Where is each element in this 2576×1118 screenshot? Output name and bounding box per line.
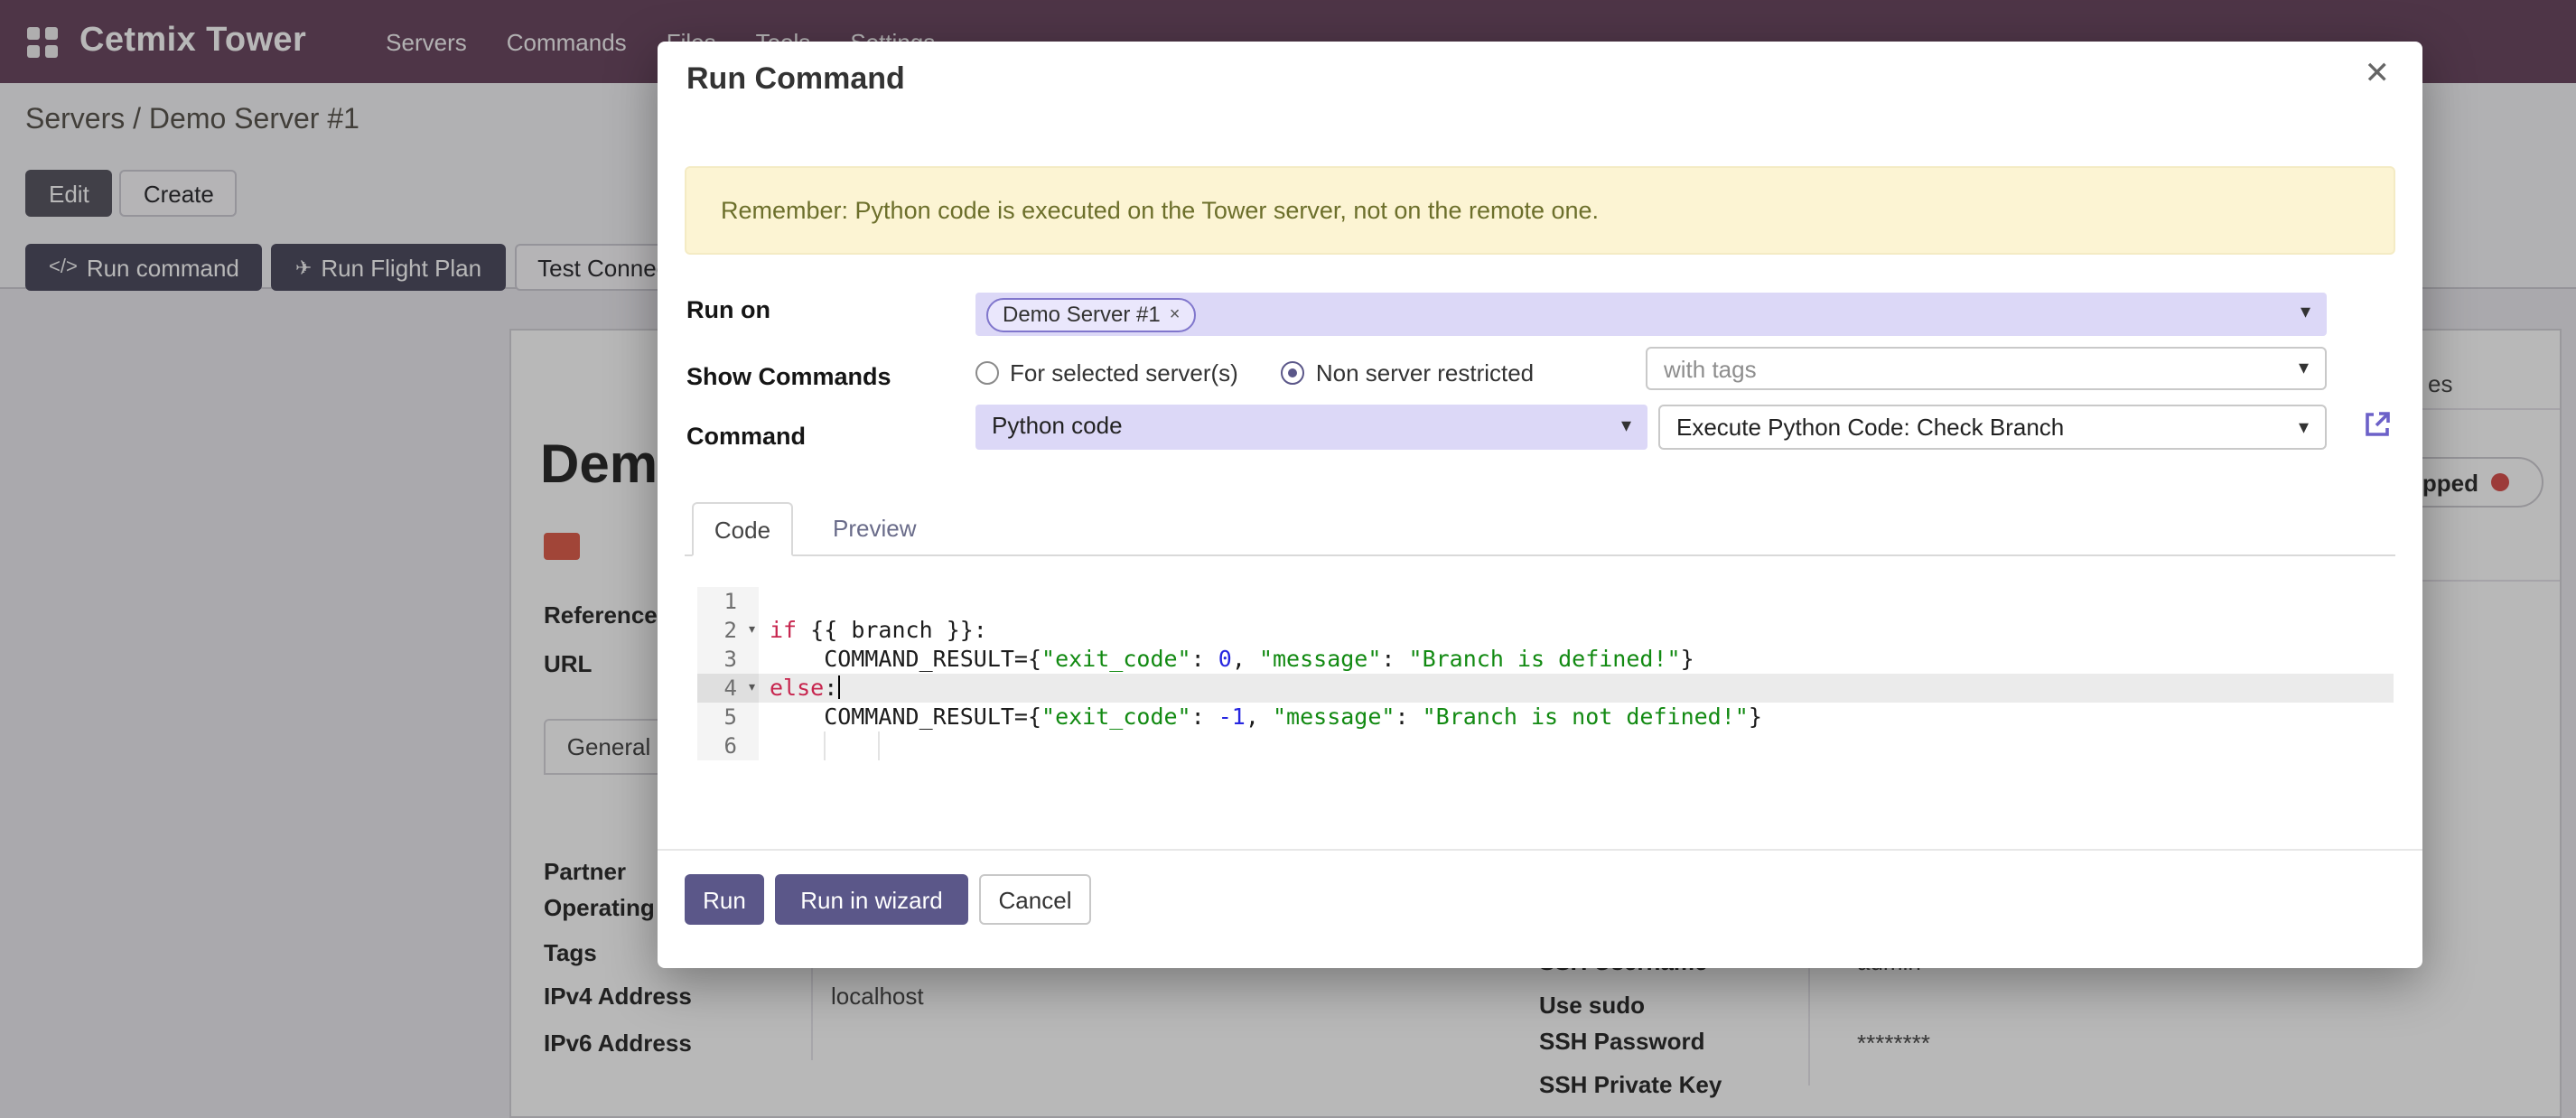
chevron-down-icon[interactable]: ▾ — [1621, 414, 1631, 437]
show-commands-label: Show Commands — [686, 363, 891, 390]
code-line[interactable]: 4▾else: — [697, 674, 2394, 703]
dialog-title: Run Command — [686, 61, 905, 98]
line-number: 1 — [697, 587, 759, 616]
line-number: 5 — [697, 703, 759, 731]
radio-non-restricted-label[interactable]: Non server restricted — [1316, 359, 1534, 387]
tab-code[interactable]: Code — [692, 502, 793, 556]
code-line[interactable]: 3 COMMAND_RESULT={"exit_code": 0, "messa… — [697, 645, 2394, 674]
chevron-down-icon[interactable]: ▾ — [2299, 356, 2309, 379]
radio-selected-servers[interactable] — [975, 361, 999, 385]
line-number: 3 — [697, 645, 759, 674]
external-link-icon[interactable] — [2361, 408, 2394, 441]
close-icon[interactable]: ✕ — [2365, 56, 2391, 92]
chevron-down-icon[interactable]: ▾ — [2299, 415, 2309, 439]
text-cursor — [837, 675, 840, 699]
indent-guide — [878, 731, 880, 760]
radio-selected-servers-label[interactable]: For selected server(s) — [1010, 359, 1238, 387]
run-on-field[interactable]: Demo Server #1 × ▾ — [975, 293, 2327, 336]
code-line[interactable]: 5 COMMAND_RESULT={"exit_code": -1, "mess… — [697, 703, 2394, 731]
code-line[interactable]: 6 — [697, 731, 2394, 760]
screen: Cetmix Tower Servers Commands Files Tool… — [0, 0, 2576, 1118]
code-text: COMMAND_RESULT={"exit_code": 0, "message… — [759, 645, 2394, 674]
run-button[interactable]: Run — [685, 874, 764, 925]
line-number: 4▾ — [697, 674, 759, 703]
radio-non-restricted[interactable] — [1282, 361, 1305, 385]
line-number: 2▾ — [697, 616, 759, 645]
code-editor[interactable]: 12▾if {{ branch }}:3 COMMAND_RESULT={"ex… — [697, 587, 2394, 760]
fold-icon[interactable]: ▾ — [747, 616, 757, 645]
remove-tag-icon[interactable]: × — [1170, 304, 1181, 324]
line-number: 6 — [697, 731, 759, 760]
code-text — [759, 587, 2394, 616]
run-command-dialog: Run Command ✕ Remember: Python code is e… — [658, 42, 2422, 968]
code-line[interactable]: 1 — [697, 587, 2394, 616]
indent-guide — [824, 731, 826, 760]
code-text: else: — [759, 674, 2394, 703]
server-tag[interactable]: Demo Server #1 × — [986, 297, 1196, 331]
code-text: COMMAND_RESULT={"exit_code": -1, "messag… — [759, 703, 2394, 731]
code-lines: 12▾if {{ branch }}:3 COMMAND_RESULT={"ex… — [697, 587, 2394, 760]
command-select[interactable]: Execute Python Code: Check Branch ▾ — [1658, 405, 2327, 450]
command-label: Command — [686, 423, 806, 450]
chevron-down-icon[interactable]: ▾ — [2301, 300, 2310, 323]
code-line[interactable]: 2▾if {{ branch }}: — [697, 616, 2394, 645]
command-type-select[interactable]: Python code ▾ — [975, 405, 1647, 450]
run-in-wizard-button[interactable]: Run in wizard — [775, 874, 968, 925]
tags-filter-field[interactable]: with tags ▾ — [1646, 347, 2327, 390]
footer-divider — [658, 849, 2422, 851]
python-warning-alert: Remember: Python code is executed on the… — [685, 166, 2395, 255]
cancel-button[interactable]: Cancel — [979, 874, 1091, 925]
code-text — [759, 731, 2394, 760]
run-on-label: Run on — [686, 296, 770, 323]
tabbar-divider — [685, 554, 2395, 556]
tab-preview[interactable]: Preview — [833, 515, 917, 542]
fold-icon[interactable]: ▾ — [747, 674, 757, 703]
app-window: Cetmix Tower Servers Commands Files Tool… — [0, 0, 2576, 1118]
code-text: if {{ branch }}: — [759, 616, 2394, 645]
